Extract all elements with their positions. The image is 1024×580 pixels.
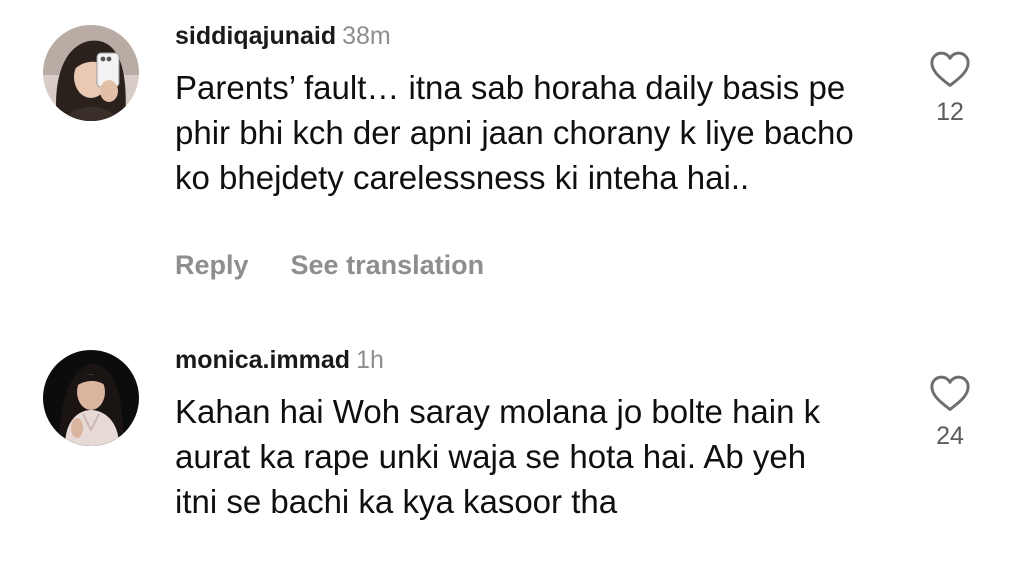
timestamp: 38m bbox=[342, 22, 391, 50]
like-control: 24 bbox=[920, 374, 980, 451]
avatar[interactable] bbox=[43, 350, 139, 446]
reply-button[interactable]: Reply bbox=[175, 250, 249, 280]
like-count: 24 bbox=[936, 422, 964, 450]
avatar-image bbox=[43, 350, 139, 446]
comment-text: Kahan hai Woh saray molana jo bolte hain… bbox=[175, 393, 821, 520]
avatar[interactable] bbox=[43, 25, 139, 121]
comment-text: Parents’ fault… itna sab horaha daily ba… bbox=[175, 69, 854, 196]
like-control: 12 bbox=[920, 50, 980, 127]
username[interactable]: monica.immad bbox=[175, 346, 350, 374]
comment-meta: siddiqajunaid 38m bbox=[175, 21, 391, 51]
heart-outline-icon[interactable] bbox=[929, 374, 971, 412]
heart-outline-icon[interactable] bbox=[929, 50, 971, 88]
like-count: 12 bbox=[936, 98, 964, 126]
username[interactable]: siddiqajunaid bbox=[175, 22, 336, 50]
avatar-image bbox=[43, 25, 139, 121]
see-translation-button[interactable]: See translation bbox=[291, 250, 485, 280]
comment-meta: monica.immad 1h bbox=[175, 345, 384, 375]
comment-actions: Reply See translation bbox=[175, 250, 484, 281]
timestamp: 1h bbox=[356, 346, 384, 374]
